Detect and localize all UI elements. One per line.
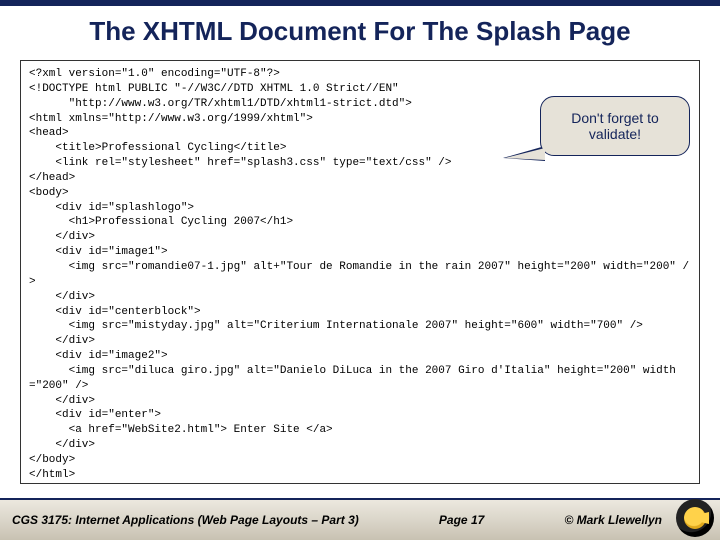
callout-bubble: Don't forget to validate! <box>540 96 690 156</box>
footer-course: CGS 3175: Internet Applications (Web Pag… <box>12 513 359 527</box>
footer-author: © Mark Llewellyn <box>564 513 662 527</box>
callout-text: Don't forget to validate! <box>547 110 683 142</box>
pegasus-icon <box>684 507 706 529</box>
slide: The XHTML Document For The Splash Page <… <box>0 0 720 540</box>
callout-pointer <box>505 148 545 160</box>
footer-page: Page 17 <box>359 513 565 527</box>
ucf-logo-icon <box>676 499 714 537</box>
slide-title: The XHTML Document For The Splash Page <box>0 6 720 55</box>
footer-bar: CGS 3175: Internet Applications (Web Pag… <box>0 498 720 540</box>
